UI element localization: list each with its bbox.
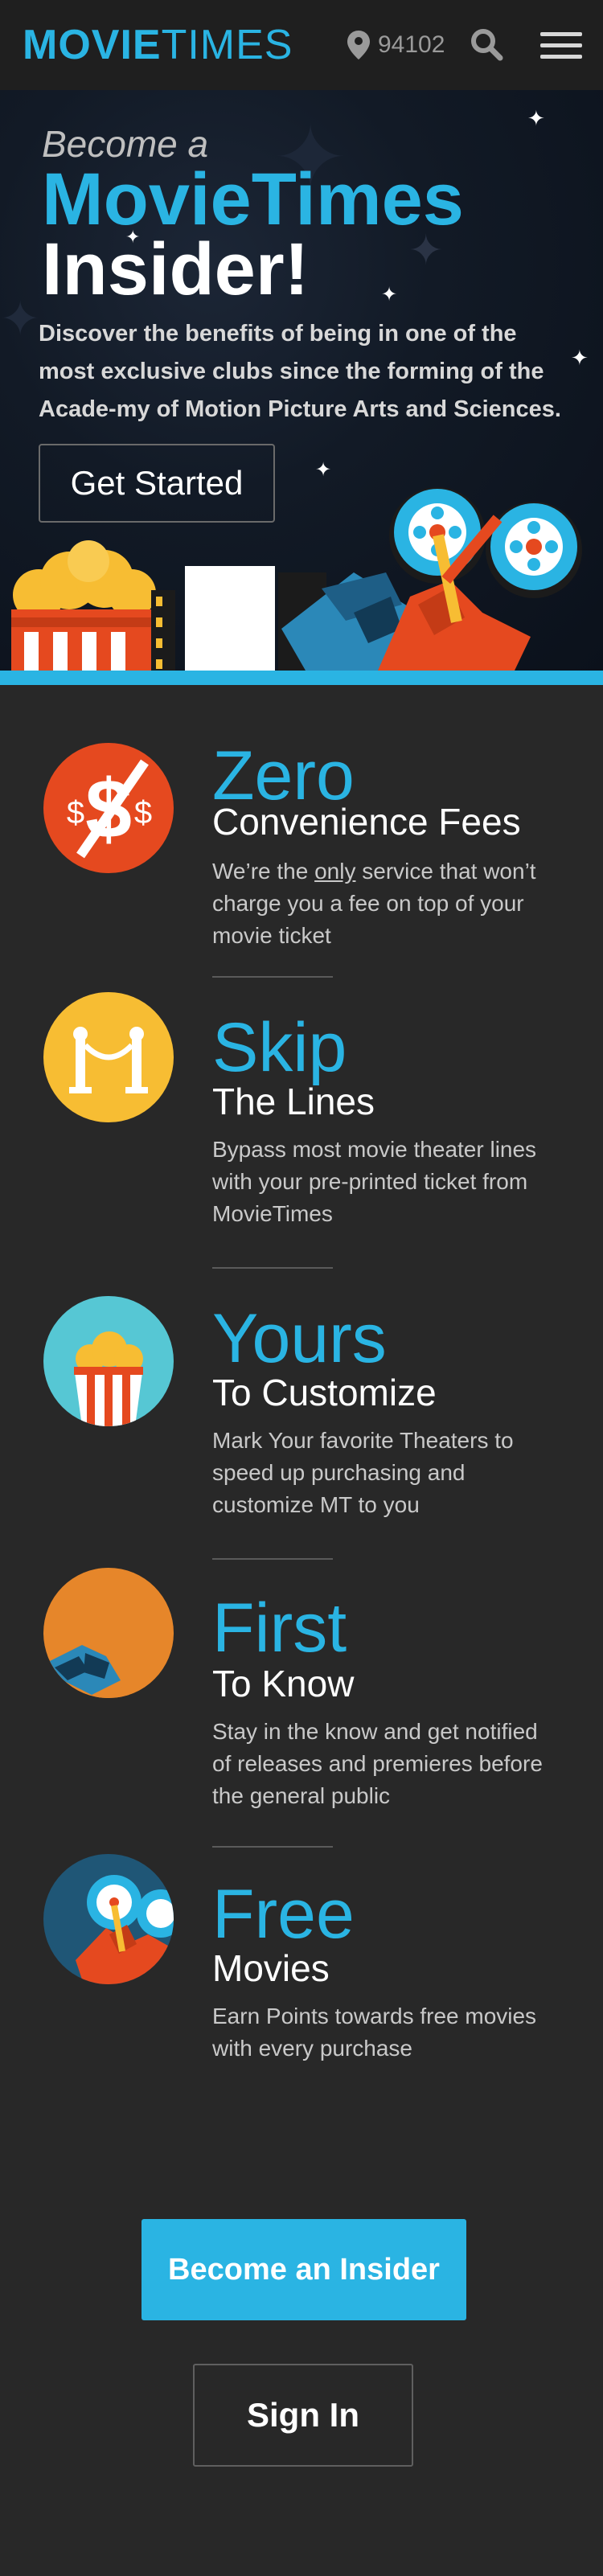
hero-banner: ✦ ✦ ✦ ✦ ✦ ✦ ✦ ✦ Become a MovieTimes Insi… — [0, 90, 603, 671]
film-projector-icon — [43, 1854, 174, 1984]
feature-description: Earn Points towards free movies with eve… — [212, 2004, 537, 2061]
top-nav-bar: MOVIETIMES 94102 — [0, 0, 603, 92]
hero-illustration — [11, 487, 582, 671]
zip-code: 94102 — [378, 31, 445, 58]
feature-headline: First — [212, 1589, 347, 1667]
divider — [212, 1267, 333, 1269]
location-selector[interactable]: 94102 — [347, 29, 445, 61]
feature-headline: Yours — [212, 1300, 387, 1377]
popcorn-icon — [43, 1296, 174, 1426]
popcorn-icon — [11, 540, 156, 671]
become-insider-button[interactable]: Become an Insider — [142, 2219, 466, 2320]
sign-in-button[interactable]: Sign In — [193, 2364, 413, 2467]
feature-subheadline: To Know — [212, 1663, 355, 1704]
feature-description: Stay in the know and get notified of rel… — [212, 1719, 543, 1808]
feature-subheadline: The Lines — [212, 1081, 375, 1122]
3d-glasses-icon — [43, 1568, 174, 1698]
search-icon[interactable] — [470, 27, 503, 61]
no-dollar-icon: $ $ $ — [43, 743, 174, 873]
rope-barrier-icon — [43, 992, 174, 1122]
map-pin-icon — [347, 31, 370, 59]
hamburger-menu-icon[interactable] — [540, 32, 582, 59]
sparkle-decoration: ✦ — [0, 292, 41, 346]
feature-description: We’re the only service that won’t charge… — [212, 859, 536, 948]
hero-description: Discover the benefits of being in one of… — [39, 321, 561, 422]
hero-accent-strip — [0, 671, 603, 685]
film-projector-icon — [378, 487, 582, 671]
feature-subheadline: Convenience Fees — [212, 801, 521, 843]
svg-text:$: $ — [67, 795, 84, 831]
feature-description: Bypass most movie theater lines with you… — [212, 1137, 537, 1226]
sparkle-decoration: ✦ — [527, 106, 545, 130]
feature-subheadline: To Customize — [212, 1372, 437, 1413]
divider — [212, 1846, 333, 1848]
movietimes-logo[interactable]: MOVIETIMES — [23, 21, 293, 69]
feature-subheadline: Movies — [212, 1947, 330, 1989]
hero-title: Insider! — [42, 228, 310, 310]
feature-headline: Skip — [212, 1009, 347, 1086]
divider — [212, 1558, 333, 1560]
svg-text:$: $ — [134, 795, 152, 831]
logo-bold-part: MOVIE — [23, 22, 162, 68]
logo-thin-part: TIMES — [161, 22, 293, 68]
feature-description: Mark Your favorite Theaters to speed up … — [212, 1428, 514, 1517]
feature-headline: Free — [212, 1876, 355, 1953]
sparkle-decoration: ✦ — [381, 284, 398, 306]
divider — [212, 976, 333, 978]
